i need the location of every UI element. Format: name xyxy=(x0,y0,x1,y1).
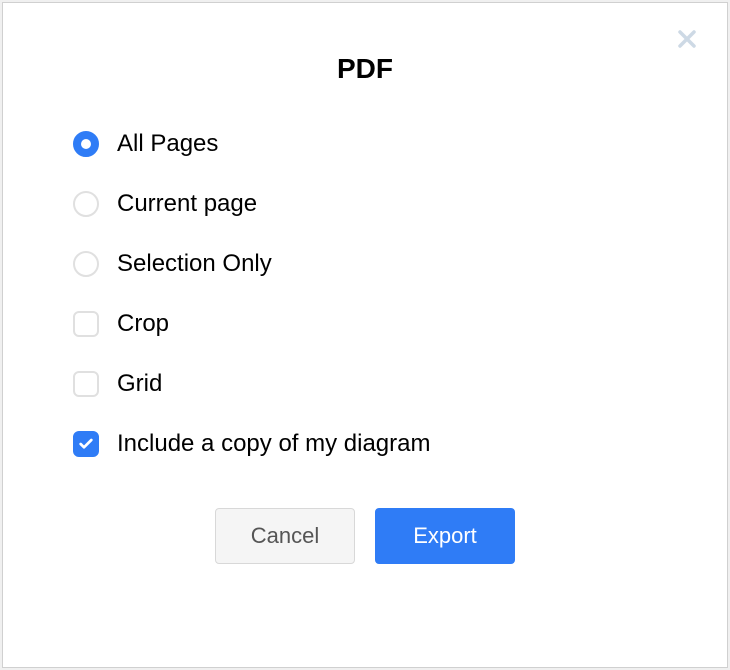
close-icon[interactable] xyxy=(675,27,699,51)
radio-selection-only[interactable]: Selection Only xyxy=(73,250,657,278)
button-row: Cancel Export xyxy=(73,508,657,564)
option-label: Grid xyxy=(117,370,162,398)
checkbox-icon xyxy=(73,311,99,337)
option-label: Include a copy of my diagram xyxy=(117,430,431,458)
radio-current-page[interactable]: Current page xyxy=(73,190,657,218)
checkbox-grid[interactable]: Grid xyxy=(73,370,657,398)
dialog-title: PDF xyxy=(73,53,657,85)
radio-icon xyxy=(73,251,99,277)
checkbox-include-copy[interactable]: Include a copy of my diagram xyxy=(73,430,657,458)
options-group: All Pages Current page Selection Only Cr… xyxy=(73,130,657,458)
checkbox-icon xyxy=(73,371,99,397)
radio-icon xyxy=(73,131,99,157)
cancel-button[interactable]: Cancel xyxy=(215,508,355,564)
option-label: All Pages xyxy=(117,130,218,158)
pdf-export-dialog: PDF All Pages Current page Selection Onl… xyxy=(2,2,728,668)
radio-all-pages[interactable]: All Pages xyxy=(73,130,657,158)
checkbox-crop[interactable]: Crop xyxy=(73,310,657,338)
checkbox-icon xyxy=(73,431,99,457)
option-label: Selection Only xyxy=(117,250,272,278)
export-button[interactable]: Export xyxy=(375,508,515,564)
radio-icon xyxy=(73,191,99,217)
option-label: Crop xyxy=(117,310,169,338)
option-label: Current page xyxy=(117,190,257,218)
